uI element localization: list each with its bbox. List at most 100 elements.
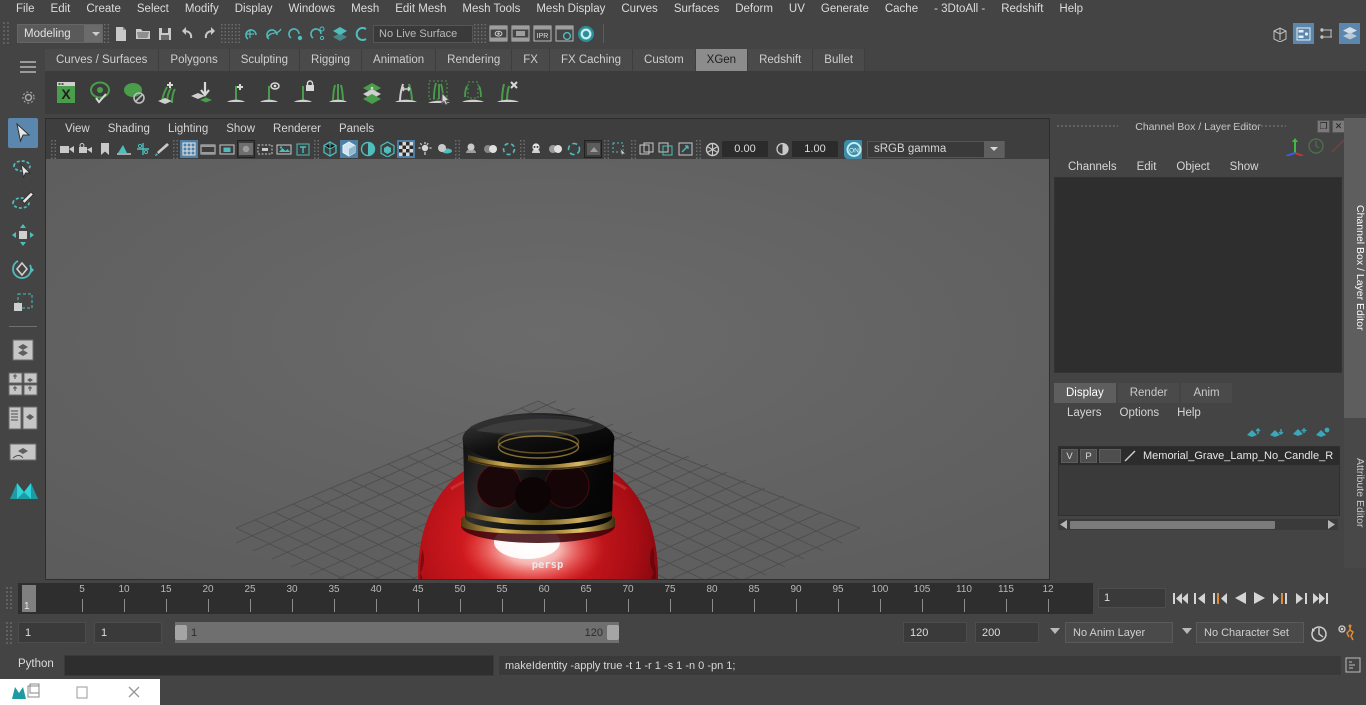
multisample-icon[interactable]: [500, 140, 518, 158]
close-window-icon[interactable]: [108, 679, 160, 705]
shaded-wireframe-icon[interactable]: [359, 140, 377, 158]
lighting-icon[interactable]: [416, 140, 434, 158]
move-layer-down-icon[interactable]: [1269, 427, 1284, 440]
xgen-delete-guide-icon[interactable]: [491, 75, 524, 110]
xgen-guide-visibility-icon[interactable]: [253, 75, 286, 110]
four-pane-layout-icon[interactable]: [8, 369, 38, 399]
layer-tab-display[interactable]: Display: [1054, 383, 1116, 403]
xgen-editor-icon[interactable]: X: [49, 75, 82, 110]
menu-item-generate[interactable]: Generate: [813, 0, 877, 19]
viewport-menu-shading[interactable]: Shading: [99, 123, 159, 135]
use-default-material-icon[interactable]: [397, 140, 415, 158]
layer-name[interactable]: Memorial_Grave_Lamp_No_Candle_R: [1139, 450, 1333, 462]
gamma-value[interactable]: 1.00: [792, 141, 838, 157]
xgen-add-description-icon[interactable]: [151, 75, 184, 110]
paint-select-tool[interactable]: [8, 186, 38, 216]
current-frame-field[interactable]: 1: [1098, 588, 1166, 608]
chevron-down-icon-2[interactable]: [1182, 628, 1192, 634]
display-layers-list[interactable]: V P Memorial_Grave_Lamp_No_Candle_R: [1058, 446, 1340, 516]
menu-item-surfaces[interactable]: Surfaces: [666, 0, 727, 19]
menu-item-curves[interactable]: Curves: [613, 0, 665, 19]
menu-item-edit[interactable]: Edit: [43, 0, 79, 19]
xgen-groom-layer-icon[interactable]: [355, 75, 388, 110]
layer-tab-render[interactable]: Render: [1117, 383, 1180, 403]
shelf-tab-sculpting[interactable]: Sculpting: [229, 49, 301, 71]
rotate-tool[interactable]: [8, 254, 38, 284]
viewport-menu-panels[interactable]: Panels: [330, 123, 383, 135]
layer-menu-options[interactable]: Options: [1111, 407, 1169, 419]
ao-icon[interactable]: [462, 140, 480, 158]
shelf-tab-curves-surfaces[interactable]: Curves / Surfaces: [45, 49, 160, 71]
select-region-icon[interactable]: [611, 140, 629, 158]
channel-axis-icon[interactable]: [1284, 136, 1306, 156]
channel-menu-show[interactable]: Show: [1220, 161, 1269, 173]
script-editor-icon[interactable]: [1344, 656, 1362, 674]
snap-projected-center-icon[interactable]: [307, 23, 329, 45]
menu-item-3dtoall[interactable]: - 3DtoAll -: [926, 0, 993, 19]
menu-item-edit-mesh[interactable]: Edit Mesh: [387, 0, 454, 19]
range-end-handle[interactable]: [607, 625, 619, 640]
shelf-tab-custom[interactable]: Custom: [633, 49, 696, 71]
camera-attributes-icon[interactable]: [77, 140, 95, 158]
menu-item-uv[interactable]: UV: [781, 0, 813, 19]
scrollbar-thumb[interactable]: [1070, 520, 1275, 529]
bookmark-icon[interactable]: [96, 140, 114, 158]
menu-item-redshift[interactable]: Redshift: [993, 0, 1051, 19]
menu-item-modify[interactable]: Modify: [177, 0, 227, 19]
scroll-left-icon[interactable]: [1059, 520, 1069, 529]
auto-keyframe-icon[interactable]: [1310, 625, 1328, 645]
layer-visibility-toggle[interactable]: V: [1061, 449, 1078, 463]
chevron-down-icon[interactable]: [1050, 628, 1060, 634]
menu-item-file[interactable]: File: [8, 0, 43, 19]
gamma-contrast-icon[interactable]: [773, 140, 791, 158]
xgen-disable-preview-icon[interactable]: [117, 75, 150, 110]
menu-set-selector[interactable]: Modeling: [17, 24, 103, 43]
xray-joints-icon[interactable]: [546, 140, 564, 158]
grease-pencil-icon[interactable]: [153, 140, 171, 158]
paste-view-icon[interactable]: [657, 140, 675, 158]
shelf-tab-bullet[interactable]: Bullet: [813, 49, 866, 71]
current-time-indicator[interactable]: 1: [22, 585, 36, 612]
viewport-menu-show[interactable]: Show: [217, 123, 264, 135]
wireframe-icon[interactable]: [321, 140, 339, 158]
keyframe-icon[interactable]: [1308, 138, 1324, 154]
chevron-down-icon[interactable]: [984, 140, 1004, 158]
undo-icon[interactable]: [176, 23, 198, 45]
exposure-value[interactable]: 0.00: [722, 141, 768, 157]
snap-view-plane-icon[interactable]: [329, 23, 351, 45]
play-backwards-icon[interactable]: [1232, 588, 1248, 608]
maya-app-icon[interactable]: [0, 679, 56, 705]
exposure-icon[interactable]: [275, 140, 293, 158]
xray-icon[interactable]: [527, 140, 545, 158]
character-set-selector[interactable]: No Character Set: [1196, 622, 1304, 643]
channel-menu-channels[interactable]: Channels: [1058, 161, 1127, 173]
layer-playback-toggle[interactable]: P: [1080, 449, 1097, 463]
view-transform-selector[interactable]: sRGB gamma: [867, 140, 1005, 158]
xgen-select-primitives-icon[interactable]: [423, 75, 456, 110]
menu-item-windows[interactable]: Windows: [280, 0, 343, 19]
make-live-icon[interactable]: [351, 23, 373, 45]
new-scene-icon[interactable]: [110, 23, 132, 45]
new-layer-icon[interactable]: [1292, 427, 1307, 440]
copy-view-icon[interactable]: [638, 140, 656, 158]
scroll-right-icon[interactable]: [1326, 520, 1336, 529]
isolate-select-icon[interactable]: [584, 140, 602, 158]
xgen-region-icon[interactable]: [457, 75, 490, 110]
layer-color-swatch[interactable]: [1099, 449, 1121, 463]
move-layer-up-icon[interactable]: [1246, 427, 1261, 440]
snap-point-icon[interactable]: [285, 23, 307, 45]
color-management-toggle-icon[interactable]: ON: [844, 139, 862, 159]
channel-menu-object[interactable]: Object: [1166, 161, 1219, 173]
show-hide-tool-settings-icon[interactable]: [1316, 23, 1337, 44]
menu-item-select[interactable]: Select: [129, 0, 177, 19]
menu-item-mesh-tools[interactable]: Mesh Tools: [454, 0, 528, 19]
time-slider[interactable]: 1 5 10 15 20 25 30 35 40 45 50 55 60 65 70 75 80 85 90 95 1…: [18, 583, 1093, 614]
shelf-menu-icon[interactable]: [20, 61, 36, 73]
select-tool[interactable]: [7, 118, 38, 148]
open-scene-icon[interactable]: [132, 23, 154, 45]
menu-item-help[interactable]: Help: [1051, 0, 1091, 19]
xgen-import-collection-icon[interactable]: [185, 75, 218, 110]
channel-box-content[interactable]: [1054, 177, 1342, 373]
step-forward-key-icon[interactable]: [1272, 588, 1288, 608]
persp-graph-layout-icon[interactable]: [8, 437, 38, 467]
